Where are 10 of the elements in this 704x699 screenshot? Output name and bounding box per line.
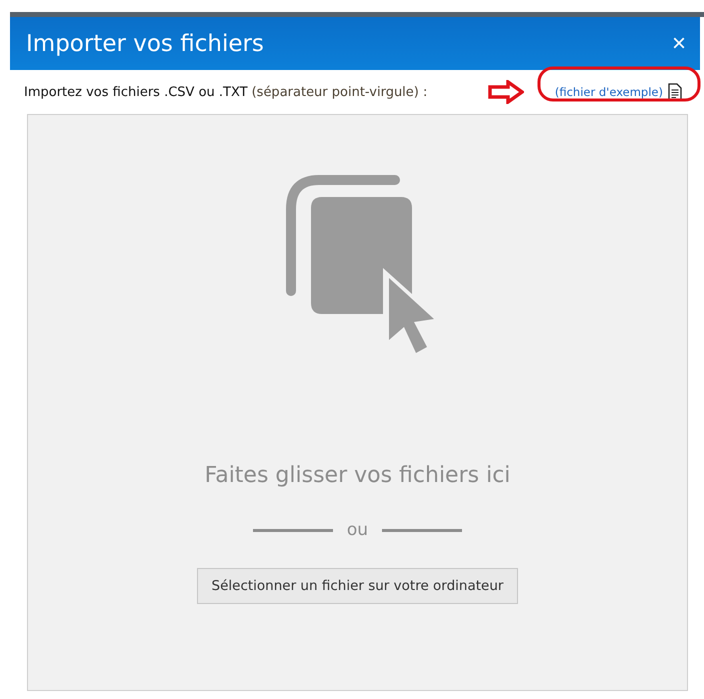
document-icon [668,83,682,101]
instruction-text: Importez vos fichiers .CSV ou .TXT [24,84,248,100]
drop-zone[interactable]: Faites glisser vos fichiers ici ou Sélectionner un fichier sur votre ordinateur [27,114,688,691]
select-file-button[interactable]: Sélectionner un fichier sur votre ordinateur [196,568,518,604]
annotation-arrow-icon [488,80,524,104]
separator-hint: (séparateur point-virgule) : [252,84,428,100]
dialog-title: Importer vos fichiers [26,30,264,56]
or-separator: ou [346,520,368,540]
drop-message: Faites glisser vos fichiers ici [204,463,510,488]
close-button[interactable]: × [670,32,688,56]
